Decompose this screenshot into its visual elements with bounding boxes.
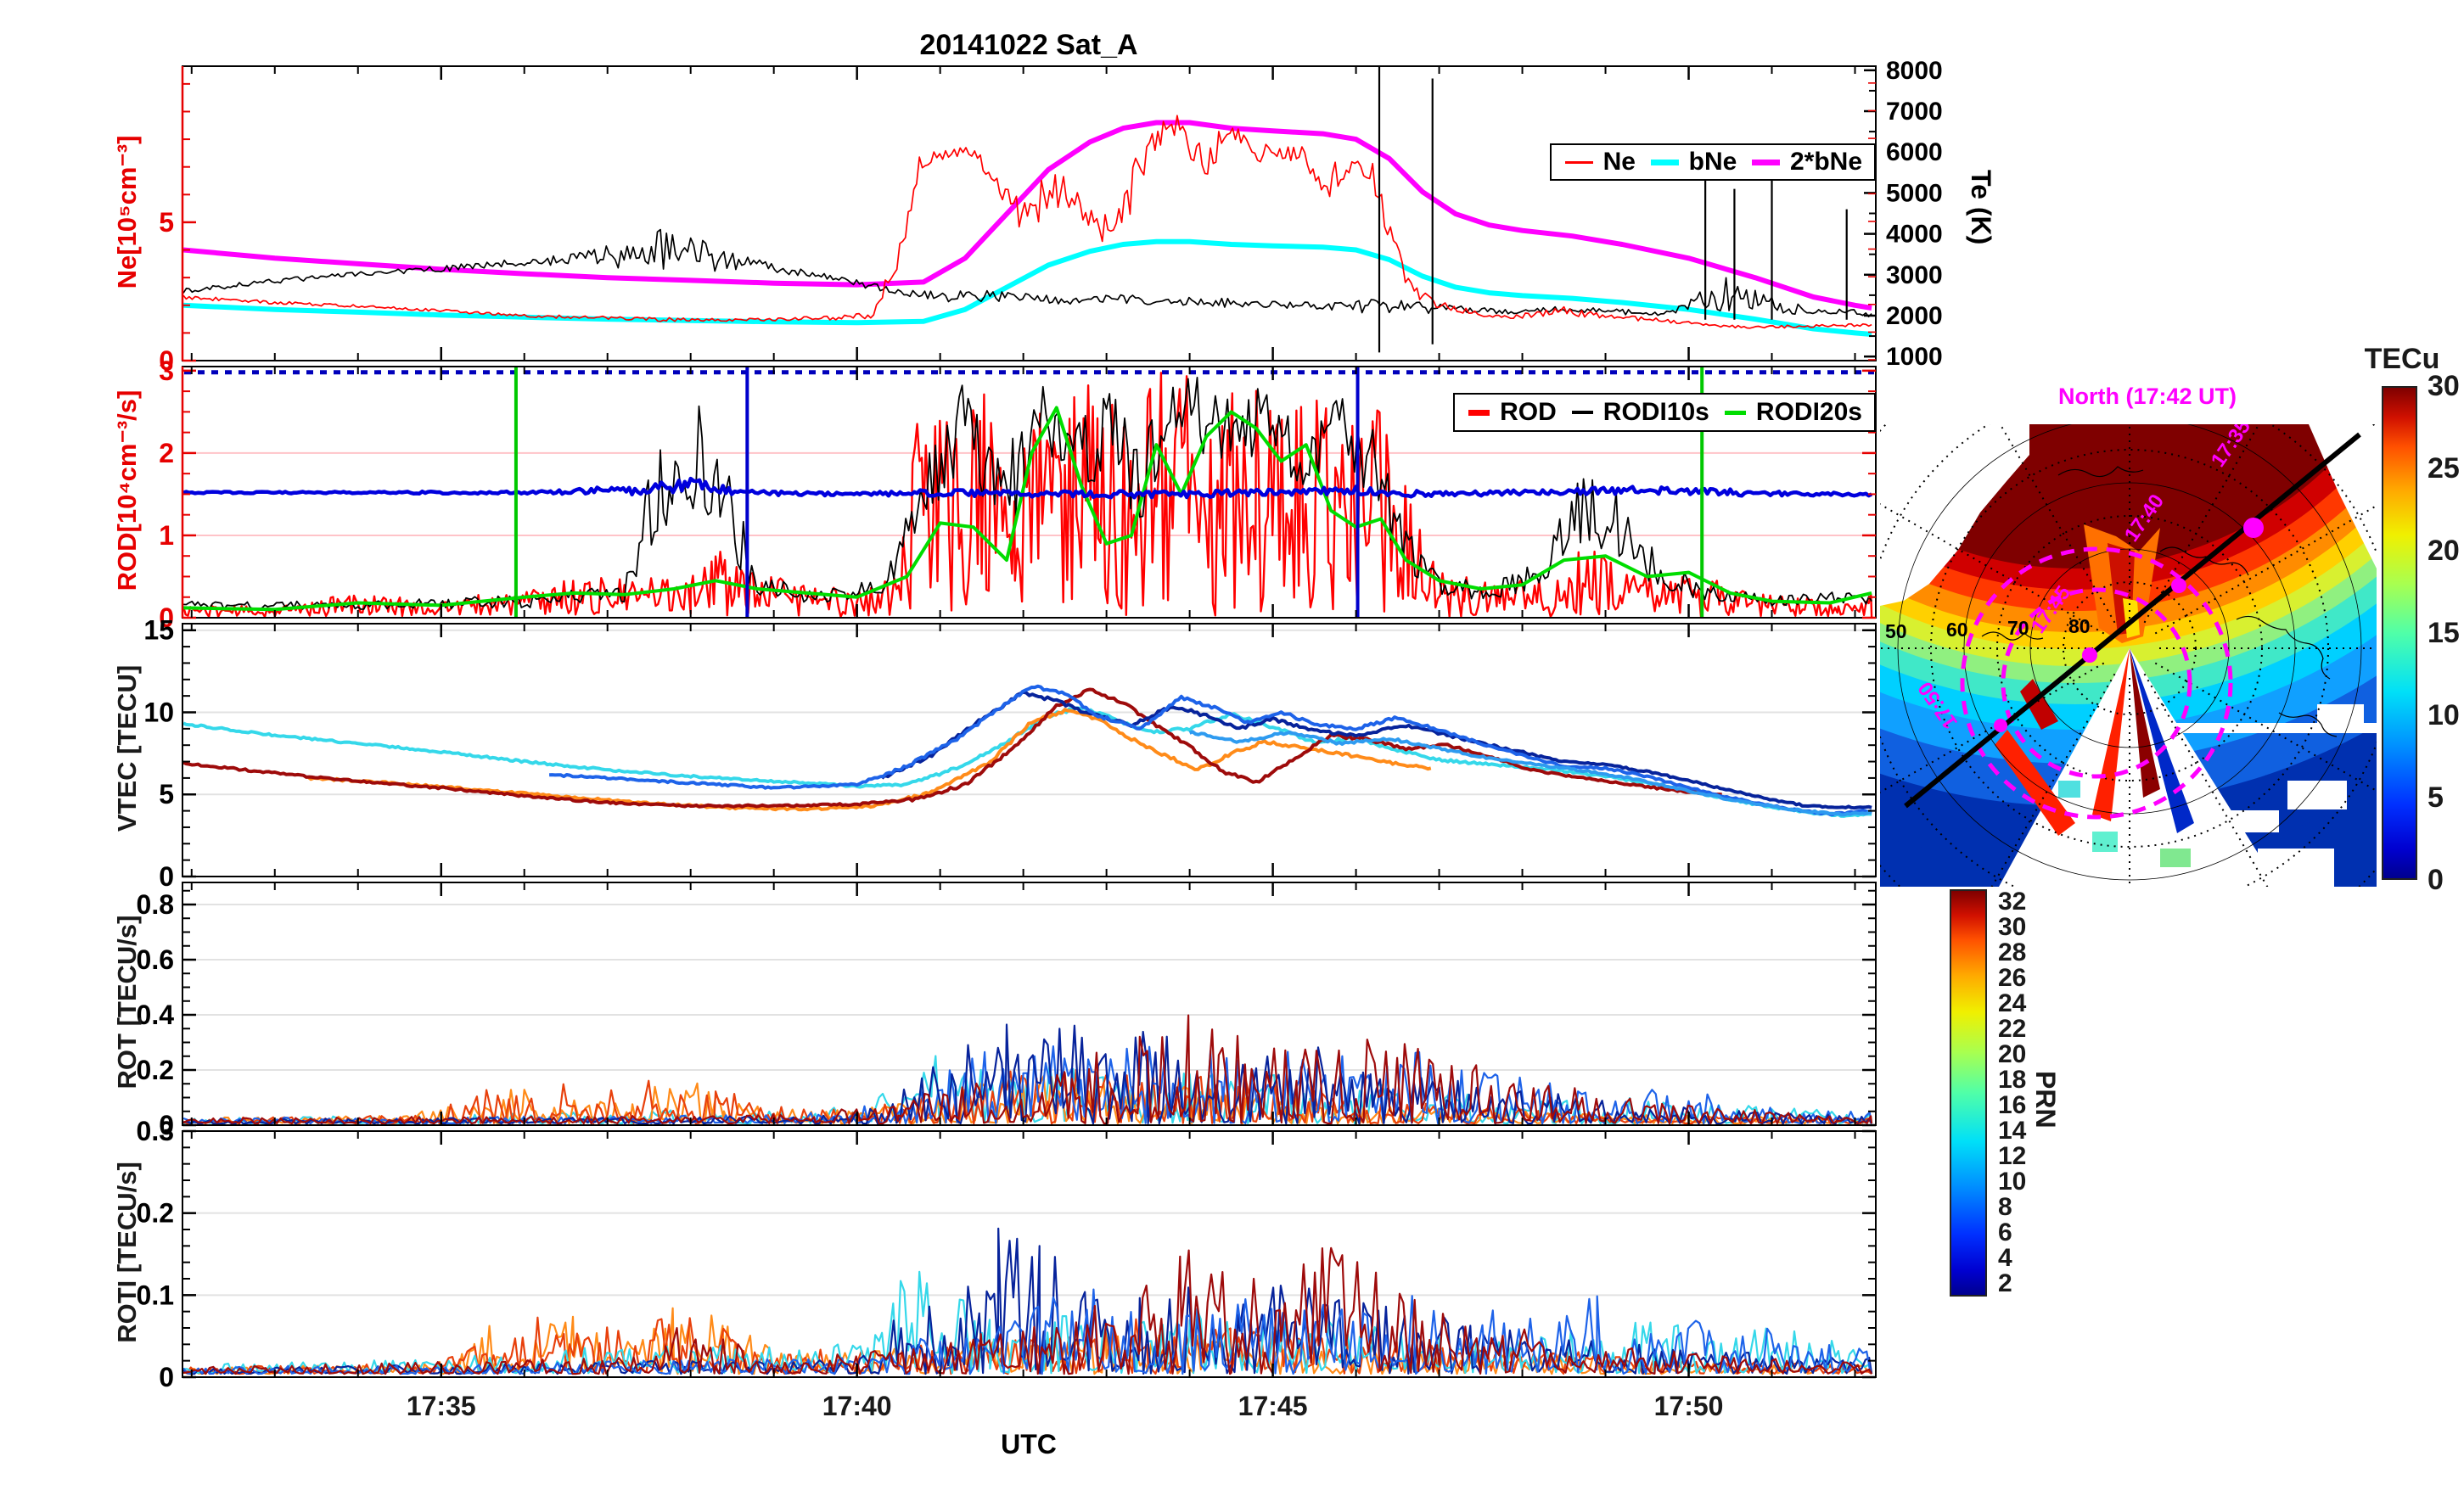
legend-label-rod: ROD <box>1500 398 1557 427</box>
p1-ytick-right-label: 1000 <box>1886 343 1943 371</box>
rodi10s-line-swatch <box>1572 411 1593 414</box>
prn-tick-16: 16 <box>1998 1091 2026 1120</box>
prn-tick-32: 32 <box>1998 888 2026 916</box>
p3-ytick-label: 5 <box>159 779 174 809</box>
panel-p4: 00.20.40.60.8 <box>137 882 1876 1140</box>
p2-ytick-label: 2 <box>159 438 174 468</box>
prn-tick-20: 20 <box>1998 1040 2026 1069</box>
prn-tick-18: 18 <box>1998 1066 2026 1095</box>
prn-tick-24: 24 <box>1998 989 2026 1018</box>
map-title: North (17:42 UT) <box>1978 384 2317 410</box>
p1-ytick-right-label: 8000 <box>1886 57 1943 85</box>
legend-label-bne: bNe <box>1689 148 1737 176</box>
tecu-tick-20: 20 <box>2428 535 2460 568</box>
p5-ytick-label: 0 <box>159 1362 174 1392</box>
ylabel-te: Te (K) <box>1965 170 1996 244</box>
p3-ytick-label: 15 <box>143 615 174 646</box>
tecu-tick-25: 25 <box>2428 452 2460 485</box>
prn-tick-12: 12 <box>1998 1142 2026 1171</box>
panel-p1: 0510002000300040005000600070008000 <box>159 57 1943 376</box>
xlabel-utc: UTC <box>944 1429 1114 1460</box>
panel-p3: 0 5 10 15 <box>143 615 1876 892</box>
prn-colorbar-label: PRN <box>2029 1071 2061 1129</box>
xtick-label: 17:50 <box>1654 1391 1724 1421</box>
ylabel-roti: ROTI [TECU/s] <box>112 1083 143 1422</box>
prn-tick-2: 2 <box>1998 1269 2012 1298</box>
xtick-label: 17:35 <box>407 1391 476 1421</box>
prn-colorbar <box>1950 889 1987 1297</box>
lat-label: 60 <box>1946 619 1968 641</box>
prn-tick-6: 6 <box>1998 1218 2012 1247</box>
p3-ytick-label: 0 <box>159 861 174 892</box>
prn-tick-28: 28 <box>1998 938 2026 967</box>
figure-canvas: 20141022 Sat_A 0510002000300040005000600… <box>0 0 2464 1490</box>
p1-ytick-right-label: 2000 <box>1886 302 1943 330</box>
tecu-colorbar <box>2382 386 2417 880</box>
legend-label-ne: Ne <box>1603 148 1636 176</box>
p1-ytick-right-label: 4000 <box>1886 221 1943 249</box>
p2-ytick-label: 3 <box>159 356 174 386</box>
p1-ytick-right-label: 7000 <box>1886 98 1943 126</box>
track-dot <box>2171 578 2186 593</box>
legend-label-rodi10s: RODI10s <box>1603 398 1709 427</box>
prn-tick-8: 8 <box>1998 1193 2012 1222</box>
tecu-tick-10: 10 <box>2428 699 2460 732</box>
ne-line-swatch <box>1565 161 1593 164</box>
p1-ytick-right-label: 5000 <box>1886 179 1943 207</box>
p2-ytick-label: 1 <box>159 520 174 551</box>
xtick-label: 17:40 <box>822 1391 892 1421</box>
legend-label-rodi20s: RODI20s <box>1756 398 1862 427</box>
prn-tick-26: 26 <box>1998 964 2026 993</box>
rod-line-swatch <box>1468 410 1490 416</box>
track-dot <box>2243 518 2264 538</box>
xtick-label: 17:45 <box>1238 1391 1308 1421</box>
tecu-tick-15: 15 <box>2428 617 2460 650</box>
2bne-line-swatch <box>1752 160 1780 165</box>
p1-ytick-right-label: 6000 <box>1886 138 1943 166</box>
p1-ytick-right-label: 3000 <box>1886 261 1943 289</box>
prn-tick-10: 10 <box>1998 1168 2026 1196</box>
lat-label: 50 <box>1885 620 1907 642</box>
prn-tick-30: 30 <box>1998 913 2026 942</box>
prn-tick-4: 4 <box>1998 1244 2012 1273</box>
track-dot <box>2082 647 2097 663</box>
polar-tec-map: 17:35 17:40 17:45 17:50 50 60 70 80 <box>1880 424 2377 887</box>
legend-ne: Ne bNe 2*bNe <box>1550 143 1876 181</box>
legend-label-2bne: 2*bNe <box>1790 148 1862 176</box>
p1-ytick-label: 5 <box>159 207 174 238</box>
rodi20s-line-swatch <box>1725 411 1746 415</box>
timeseries-plots: 0510002000300040005000600070008000012305… <box>0 0 2037 1490</box>
prn-tick-14: 14 <box>1998 1117 2026 1146</box>
track-dot <box>1994 719 2007 732</box>
prn-tick-22: 22 <box>1998 1015 2026 1044</box>
lat-label: 80 <box>2068 615 2091 637</box>
tecu-tick-30: 30 <box>2428 370 2460 403</box>
legend-rod: ROD RODI10s RODI20s <box>1453 393 1876 432</box>
tecu-tick-5: 5 <box>2428 781 2444 815</box>
panel-p5: 00.10.20.317:3517:4017:4517:50 <box>137 1116 1876 1421</box>
p3-ytick-label: 10 <box>143 697 174 727</box>
lat-label: 70 <box>2007 617 2029 639</box>
tecu-tick-0: 0 <box>2428 864 2444 897</box>
bne-line-swatch <box>1651 160 1679 165</box>
